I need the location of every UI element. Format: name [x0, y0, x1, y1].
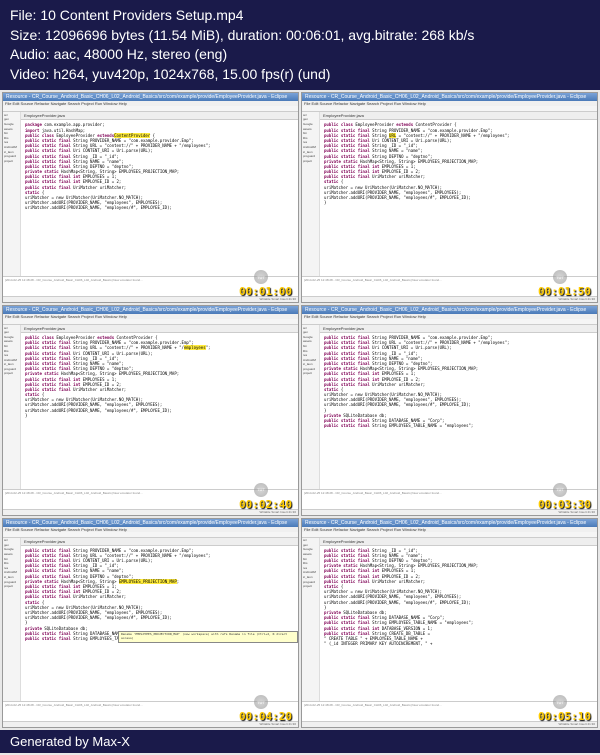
- ide-body: srcgenGoogleassetsbinlibsresAndroidMic_l…: [3, 538, 298, 702]
- video-thumbnail-6[interactable]: Resource - CR_Course_Android_Basic_CH06_…: [301, 518, 598, 729]
- window-titlebar: Resource - CR_Course_Android_Basic_CH06_…: [3, 93, 298, 101]
- project-explorer[interactable]: srcgenGoogleassetsbinlibsresAndroidMic_l…: [302, 538, 320, 702]
- footer: Generated by Max-X: [0, 730, 600, 753]
- sidebar-item[interactable]: project: [303, 372, 318, 377]
- video-thumbnail-1[interactable]: Resource - CR_Course_Android_Basic_CH06_…: [2, 92, 299, 303]
- project-explorer[interactable]: srcgenGoogleassetsbinlibsresAndroidMic_l…: [3, 112, 21, 276]
- tooltip: Rename 'EMPLOYEES_PROJECTION_MAP' (new w…: [118, 631, 298, 643]
- editor-tab[interactable]: EmployeeProvider.java: [320, 112, 597, 120]
- ide-body: srcgenGoogleassetsbinlibsresAndroidMic_l…: [302, 538, 597, 702]
- window-titlebar: Resource - CR_Course_Android_Basic_CH06_…: [302, 519, 597, 527]
- sidebar-item[interactable]: project: [4, 585, 19, 590]
- watermark-icon: TUT: [254, 270, 268, 284]
- timestamp-overlay: 00:01:50: [538, 285, 591, 298]
- generated-by: Generated by Max-X: [10, 734, 130, 749]
- watermark-icon: TUT: [254, 483, 268, 497]
- ide-body: srcgenGoogleassetsbinlibsresAndroidMic_l…: [3, 112, 298, 276]
- code-line: }: [324, 200, 593, 205]
- project-explorer[interactable]: srcgenGoogleassetsbinlibsresAndroidMic_l…: [3, 325, 21, 489]
- sidebar-item[interactable]: project: [4, 372, 19, 377]
- window-titlebar: Resource - CR_Course_Android_Basic_CH06_…: [3, 519, 298, 527]
- editor-tab[interactable]: EmployeeProvider.java: [21, 325, 298, 333]
- sidebar-item[interactable]: project: [4, 159, 19, 164]
- ide-body: srcgenGoogleassetsbinlibsresAndroidMic_l…: [302, 325, 597, 489]
- editor-tab[interactable]: EmployeeProvider.java: [21, 538, 298, 546]
- editor-tab[interactable]: EmployeeProvider.java: [320, 325, 597, 333]
- window-titlebar: Resource - CR_Course_Android_Basic_CH06_…: [3, 306, 298, 314]
- project-explorer[interactable]: srcgenGoogleassetsbinlibsresAndroidMic_l…: [3, 538, 21, 702]
- code-line: }: [25, 413, 294, 418]
- code-editor[interactable]: public static final String PROVIDER_NAME…: [21, 546, 298, 702]
- timestamp-overlay: 00:05:10: [538, 710, 591, 723]
- code-editor[interactable]: public static final String _ID = "_id"; …: [320, 546, 597, 702]
- video-thumbnail-2[interactable]: Resource - CR_Course_Android_Basic_CH06_…: [301, 92, 598, 303]
- code-line: public static final String EMPLOYEES_TAB…: [324, 423, 593, 428]
- timestamp-overlay: 00:03:30: [538, 498, 591, 511]
- video-thumbnail-5[interactable]: Resource - CR_Course_Android_Basic_CH06_…: [2, 518, 299, 729]
- media-info-header: File: 10 Content Providers Setup.mp4 Siz…: [0, 0, 600, 90]
- code-editor[interactable]: public static final String PROVIDER_NAME…: [320, 333, 597, 489]
- code-line: uriMatcher.addURI(PROVIDER_NAME, "employ…: [25, 205, 294, 210]
- timestamp-overlay: 00:01:00: [239, 285, 292, 298]
- editor-tab[interactable]: EmployeeProvider.java: [21, 112, 298, 120]
- video-thumbnail-3[interactable]: Resource - CR_Course_Android_Basic_CH06_…: [2, 305, 299, 516]
- code-line: " (_id INTEGER PRIMARY KEY AUTOINCREMENT…: [324, 641, 593, 646]
- file-line: File: 10 Content Providers Setup.mp4: [10, 6, 590, 26]
- code-editor[interactable]: package com.example.app.provider;import …: [21, 120, 298, 276]
- watermark-icon: TUT: [553, 483, 567, 497]
- code-editor[interactable]: public class EmployeeProvider extends Co…: [320, 120, 597, 276]
- timestamp-overlay: 00:02:40: [239, 498, 292, 511]
- watermark-icon: TUT: [553, 270, 567, 284]
- ide-body: srcgenGoogleassetsbinlibsresAndroidMic_l…: [302, 112, 597, 276]
- window-titlebar: Resource - CR_Course_Android_Basic_CH06_…: [302, 93, 597, 101]
- thumbnail-grid: Resource - CR_Course_Android_Basic_CH06_…: [0, 90, 600, 730]
- audio-line: Audio: aac, 48000 Hz, stereo (eng): [10, 45, 590, 65]
- code-editor[interactable]: public class EmployeeProvider extends Co…: [21, 333, 298, 489]
- ide-body: srcgenGoogleassetsbinlibsresAndroidMic_l…: [3, 325, 298, 489]
- size-line: Size: 12096696 bytes (11.54 MiB), durati…: [10, 26, 590, 46]
- sidebar-item[interactable]: project: [303, 585, 318, 590]
- timestamp-overlay: 00:04:20: [239, 710, 292, 723]
- project-explorer[interactable]: srcgenGoogleassetsbinlibsresAndroidMic_l…: [302, 325, 320, 489]
- editor-tab[interactable]: EmployeeProvider.java: [320, 538, 597, 546]
- project-explorer[interactable]: srcgenGoogleassetsbinlibsresAndroidMic_l…: [302, 112, 320, 276]
- video-thumbnail-4[interactable]: Resource - CR_Course_Android_Basic_CH06_…: [301, 305, 598, 516]
- video-line: Video: h264, yuv420p, 1024x768, 15.00 fp…: [10, 65, 590, 85]
- sidebar-item[interactable]: project: [303, 159, 318, 164]
- window-titlebar: Resource - CR_Course_Android_Basic_CH06_…: [302, 306, 597, 314]
